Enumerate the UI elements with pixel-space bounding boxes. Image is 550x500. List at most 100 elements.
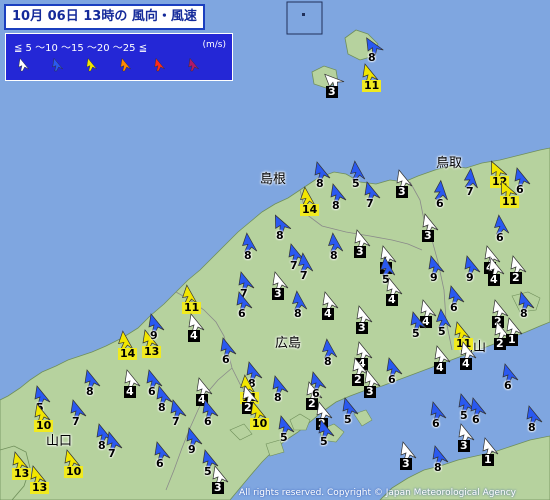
place-label-hiroshima: 広島 bbox=[275, 336, 302, 351]
legend-arrow-1 bbox=[14, 56, 34, 74]
wind-speed-label: 8 bbox=[330, 249, 338, 262]
legend-arrow-6 bbox=[184, 56, 204, 74]
wind-speed-label: 9 bbox=[150, 329, 158, 342]
wind-station-tokuji: 4 bbox=[182, 312, 212, 346]
wind-station-takamatsu-w: 6 bbox=[424, 400, 454, 434]
wind-station-ube: 10 bbox=[28, 402, 58, 436]
wind-station-ohda: 8 bbox=[268, 212, 298, 246]
wind-speed-label: 8 bbox=[244, 249, 252, 262]
wind-speed-label: 4 bbox=[124, 385, 136, 398]
map-title: 10月 06日 13時の 風向・風速 bbox=[4, 4, 205, 30]
wind-speed-label: 8 bbox=[294, 307, 302, 320]
wind-station-niihama: 5 bbox=[312, 418, 342, 452]
wind-station-ube-s: 10 bbox=[58, 448, 88, 482]
wind-station-hirata: 8 bbox=[324, 182, 354, 216]
legend-unit: (m/s) bbox=[202, 40, 226, 50]
wind-speed-label: 2 bbox=[510, 271, 522, 284]
wind-station-yaimashima: 8 bbox=[520, 404, 550, 438]
wind-station-okinoshima-e: 11 bbox=[356, 62, 386, 96]
wind-station-yonago: 6 bbox=[428, 179, 458, 214]
wind-speed-label: 7 bbox=[366, 197, 374, 210]
wind-station-sayo: 2 bbox=[504, 254, 534, 288]
wind-speed-label: 10 bbox=[250, 417, 270, 430]
wind-station-mihara: 4 bbox=[454, 340, 484, 374]
wind-speed-label: 1 bbox=[506, 333, 518, 346]
wind-station-akana: 8 bbox=[236, 232, 266, 266]
wind-speed-label: 8 bbox=[86, 385, 94, 398]
wind-station-okinoshima-w: 3 bbox=[320, 68, 350, 102]
wind-speed-label: 6 bbox=[436, 197, 444, 210]
wind-speed-label: 6 bbox=[450, 301, 458, 314]
wind-speed-label: 6 bbox=[238, 307, 246, 320]
wind-speed-label: 6 bbox=[222, 353, 230, 366]
wind-speed-label: 13 bbox=[142, 345, 162, 358]
legend-arrow-2 bbox=[48, 56, 68, 74]
wind-speed-label: 3 bbox=[400, 457, 412, 470]
wind-station-tsuyama: 9 bbox=[422, 254, 452, 288]
wind-speed-label: 4 bbox=[386, 293, 398, 306]
legend-arrow-5 bbox=[150, 56, 170, 74]
wind-speed-label: 13 bbox=[30, 481, 50, 494]
wind-speed-label: 7 bbox=[300, 269, 308, 282]
wind-speed-label: 7 bbox=[72, 415, 80, 428]
wind-speed-label: 9 bbox=[430, 271, 438, 284]
wind-station-kisuki: 7 bbox=[358, 180, 388, 214]
wind-speed-label: 4 bbox=[188, 329, 200, 342]
wind-speed-label: 3 bbox=[212, 481, 224, 494]
wind-station-nagi: 6 bbox=[442, 284, 472, 318]
wind-speed-label: 6 bbox=[432, 417, 440, 430]
wind-speed-label: 4 bbox=[460, 357, 472, 370]
wind-station-tadotsu: 3 bbox=[394, 440, 424, 474]
wind-speed-label: 5 bbox=[412, 327, 420, 340]
wind-speed-label: 5 bbox=[280, 431, 288, 444]
wind-speed-label: 5 bbox=[320, 435, 328, 448]
wind-station-shobara: 8 bbox=[286, 290, 316, 324]
wind-station-sakaide: 1 bbox=[476, 436, 506, 470]
wind-station-akaiwa: 1 bbox=[500, 316, 530, 350]
wind-speed-label: 8 bbox=[434, 461, 442, 474]
wind-station-kurushima: 3 bbox=[206, 464, 236, 498]
wind-speed-label: 4 bbox=[488, 273, 500, 286]
wind-speed-label: 4 bbox=[322, 307, 334, 320]
wind-speed-label: 8 bbox=[528, 421, 536, 434]
wind-speed-label: 10 bbox=[64, 465, 84, 478]
wind-station-iwami: 6 bbox=[508, 166, 538, 200]
wind-station-yokota: 3 bbox=[416, 212, 446, 246]
wind-speed-label: 6 bbox=[504, 379, 512, 392]
wind-station-shimonoseki-n: 8 bbox=[78, 368, 108, 402]
wind-station-wake: 3 bbox=[350, 304, 380, 338]
wind-speed-label: 3 bbox=[458, 439, 470, 452]
wind-speed-label: 7 bbox=[108, 447, 116, 460]
wind-station-izumo: 14 bbox=[294, 186, 324, 220]
wind-station-kaminoseki: 6 bbox=[148, 440, 178, 474]
legend-scale: ≦ 5 〜10 〜15 〜20 〜25 ≦ bbox=[14, 43, 148, 54]
copyright-notice: All rights reserved. Copyright © Japan M… bbox=[239, 488, 516, 498]
wind-speed-label: 11 bbox=[362, 79, 382, 92]
wind-speed-label: 8 bbox=[332, 199, 340, 212]
wind-station-iinan: 8 bbox=[322, 232, 352, 266]
wind-station-yoshika: 4 bbox=[380, 276, 410, 310]
wind-speed-label: 6 bbox=[312, 387, 320, 400]
wind-station-kure: 6 bbox=[304, 370, 334, 404]
wind-speed-label: 3 bbox=[272, 287, 284, 300]
wind-speed-label: 6 bbox=[516, 183, 524, 196]
wind-station-innoshima: 6 bbox=[496, 362, 526, 396]
wind-station-takamatsu: 8 bbox=[426, 444, 456, 478]
wind-station-chizu: 6 bbox=[488, 214, 518, 248]
wind-speed-label: 3 bbox=[354, 245, 366, 258]
wind-speed-label: 5 bbox=[438, 325, 446, 338]
wind-station-hikari: 7 bbox=[100, 430, 130, 464]
wind-speed-label: 3 bbox=[422, 229, 434, 242]
wind-station-moji: 13 bbox=[24, 464, 54, 498]
wind-speed-label: 8 bbox=[324, 355, 332, 368]
legend-arrow-4 bbox=[116, 56, 136, 74]
wind-speed-label: 1 bbox=[482, 453, 494, 466]
wind-speed-label: 9 bbox=[466, 271, 474, 284]
wind-speed-label: 3 bbox=[356, 321, 368, 334]
wind-station-saijo: 4 bbox=[316, 290, 346, 324]
wind-speed-label: 14 bbox=[118, 347, 138, 360]
wind-station-miyoshi: 6 bbox=[230, 290, 260, 324]
wind-speed-label: 3 bbox=[326, 85, 338, 98]
wind-speed-label: 10 bbox=[34, 419, 54, 432]
wind-speed-label: 7 bbox=[466, 185, 474, 198]
